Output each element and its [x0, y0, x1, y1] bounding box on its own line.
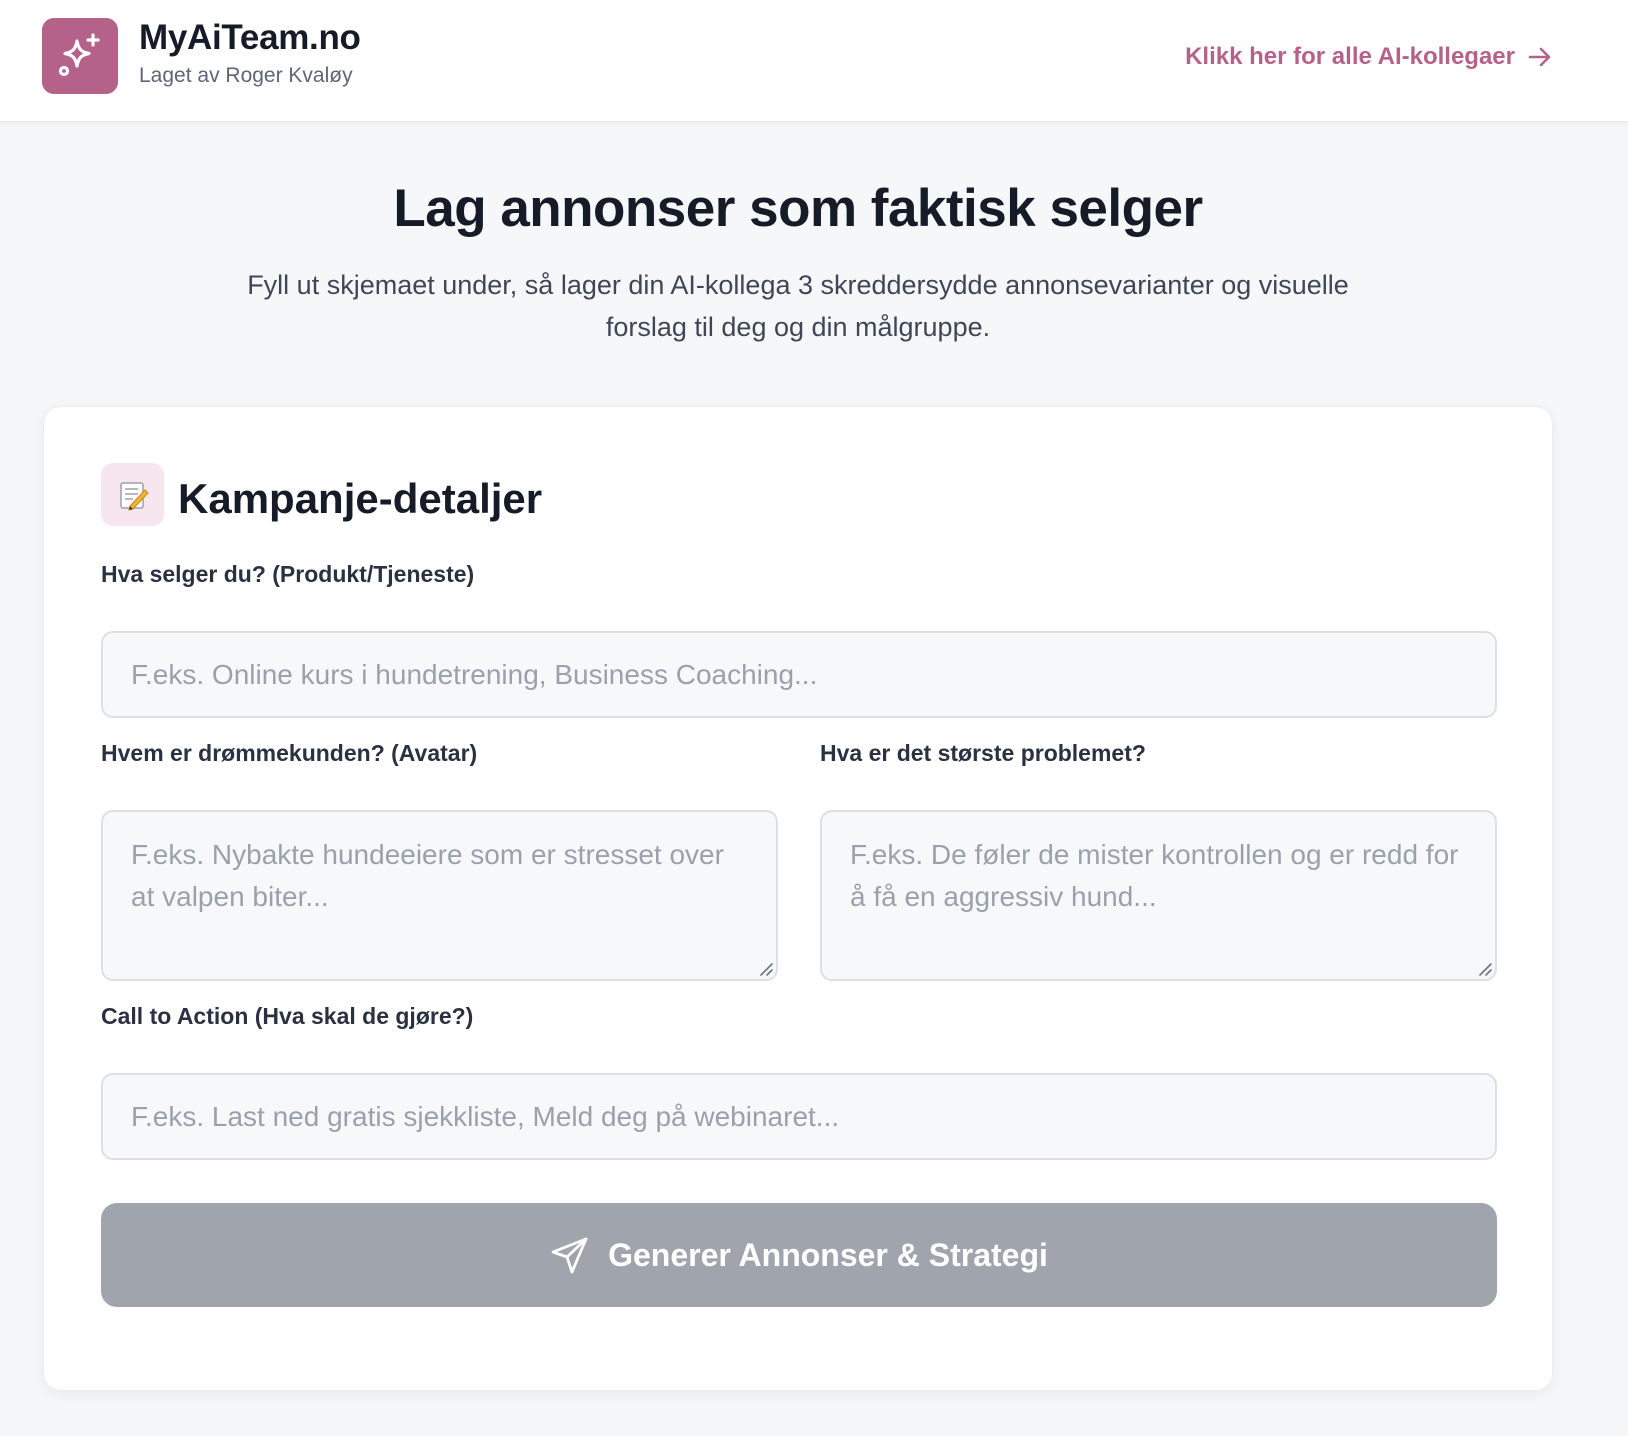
- memo-icon: [101, 463, 164, 526]
- cta-input[interactable]: [101, 1073, 1497, 1160]
- avatar-label: Hvem er drømmekunden? (Avatar): [101, 740, 478, 766]
- generate-button-label: Generer Annonser & Strategi: [608, 1236, 1048, 1273]
- send-icon: [551, 1237, 588, 1274]
- resize-handle-icon[interactable]: [1477, 961, 1493, 977]
- page-title: Lag annonser som faktisk selger: [393, 179, 1203, 238]
- problem-textarea[interactable]: [820, 810, 1497, 981]
- campaign-form-card: Kampanje-detaljer Hva selger du? (Produk…: [43, 406, 1553, 1391]
- problem-label: Hva er det største problemet?: [820, 740, 1146, 766]
- avatar-textarea[interactable]: [101, 810, 778, 981]
- top-header: MyAiTeam.no Laget av Roger Kvaløy Klikk …: [0, 0, 1628, 122]
- all-colleagues-link-label: Klikk her for alle AI-kollegaer: [1185, 43, 1515, 70]
- all-colleagues-link[interactable]: Klikk her for alle AI-kollegaer: [1185, 40, 1553, 74]
- brand-tagline: Laget av Roger Kvaløy: [139, 64, 353, 87]
- generate-button[interactable]: Generer Annonser & Strategi: [101, 1203, 1497, 1307]
- logo[interactable]: [42, 18, 118, 94]
- resize-handle-icon[interactable]: [758, 961, 774, 977]
- sparkles-icon: [58, 33, 100, 77]
- product-label: Hva selger du? (Produkt/Tjeneste): [101, 561, 475, 587]
- brand-title: MyAiTeam.no: [139, 18, 361, 57]
- cta-label: Call to Action (Hva skal de gjøre?): [101, 1003, 474, 1029]
- product-input[interactable]: [101, 631, 1497, 718]
- section-title: Kampanje-detaljer: [178, 475, 543, 522]
- arrow-right-icon: [1528, 47, 1551, 67]
- page-subtitle: Fyll ut skjemaet under, så lager din AI-…: [247, 270, 1349, 342]
